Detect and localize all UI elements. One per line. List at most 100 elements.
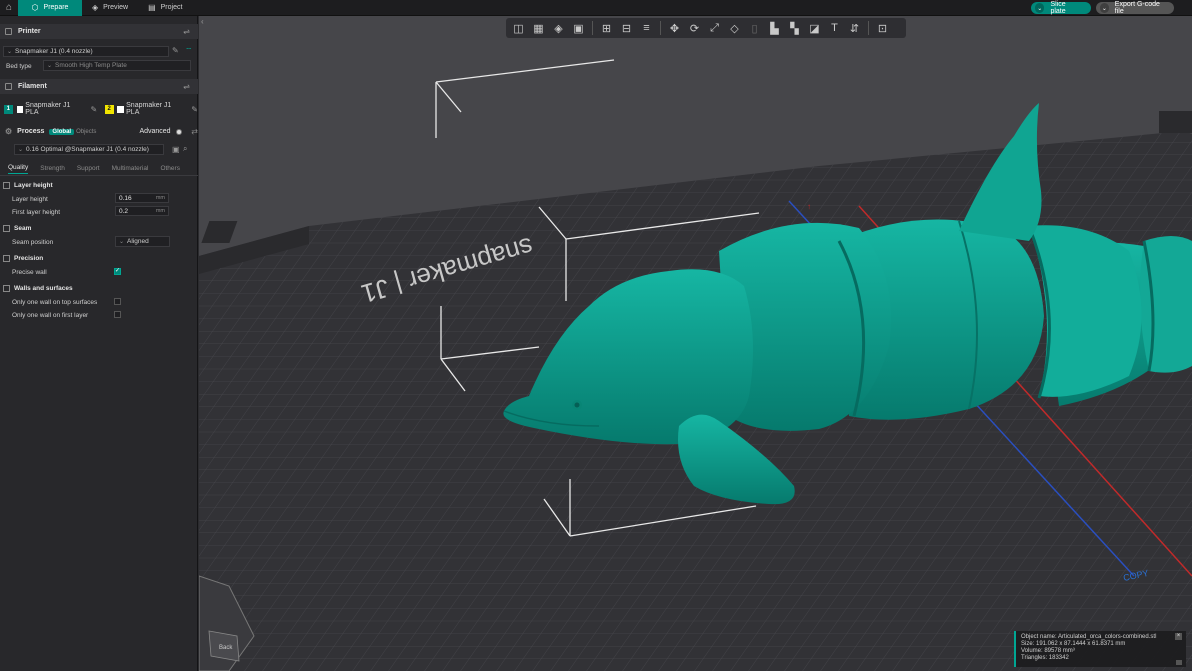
filament-color-swatch[interactable]: [117, 105, 125, 113]
tab-multimaterial[interactable]: Multimaterial: [112, 165, 149, 172]
chevron-down-icon[interactable]: ⌄: [1035, 3, 1045, 13]
seam-paint-icon[interactable]: ▚: [786, 20, 803, 37]
global-toggle[interactable]: Global: [49, 128, 75, 135]
seam-position-label: Seam position: [12, 239, 54, 246]
assembly-icon[interactable]: ⊡: [874, 20, 891, 37]
filament-slot-1-name[interactable]: Snapmaker J1 PLA: [25, 102, 83, 116]
process-preset-select[interactable]: ⌄ 0.16 Optimal @Snapmaker J1 (0.4 nozzle…: [14, 144, 164, 155]
minimize-icon[interactable]: [1176, 660, 1182, 665]
printer-select[interactable]: ⌄ Snapmaker J1 (0.4 nozzle): [3, 46, 169, 57]
gear-icon: ⚙: [5, 127, 13, 136]
one-wall-first-label: Only one wall on first layer: [12, 312, 89, 319]
layers-icon[interactable]: ≡: [638, 20, 655, 37]
object-info-panel: Object name: Articulated_orca_colors-com…: [1014, 631, 1186, 667]
collapse-sidebar-icon[interactable]: ‹: [201, 17, 204, 26]
compare-icon[interactable]: ⇄: [191, 127, 198, 136]
bed-type-select[interactable]: ⌄ Smooth High Temp Plate: [43, 60, 191, 71]
edit-icon[interactable]: ✎: [90, 105, 97, 114]
tab-prepare[interactable]: ⬡ Prepare: [18, 0, 82, 16]
unit-label: mm: [155, 208, 165, 214]
advanced-toggle[interactable]: [175, 128, 183, 135]
settings-sliders-icon[interactable]: ⇌: [183, 27, 190, 36]
support-paint-icon[interactable]: ▙: [766, 20, 783, 37]
slice-plate-label: Slice plate: [1050, 1, 1066, 15]
scale-icon[interactable]: ⤢: [706, 20, 723, 37]
rotate-icon[interactable]: ⟳: [686, 20, 703, 37]
add-cube-icon[interactable]: ◫: [510, 20, 527, 37]
bed-type-label: Bed type: [6, 63, 32, 70]
filament-slot-2-name[interactable]: Snapmaker J1 PLA: [126, 102, 184, 116]
group-precision-title: Precision: [14, 254, 44, 262]
unit-label: mm: [155, 195, 165, 201]
layer-height-input[interactable]: 0.16 mm: [115, 193, 169, 203]
orient-icon[interactable]: ◈: [550, 20, 567, 37]
search-icon[interactable]: ⌕: [183, 144, 187, 154]
group-walls-title: Walls and surfaces: [14, 284, 73, 292]
objects-toggle[interactable]: Objects: [76, 129, 96, 135]
printer-title: Printer: [18, 28, 41, 35]
document-icon: ▤: [148, 3, 156, 12]
lay-on-face-icon[interactable]: ◇: [726, 20, 743, 37]
filament-icon: [5, 83, 12, 90]
edit-icon[interactable]: ✎: [172, 46, 179, 55]
filament-section-header[interactable]: Filament ⇌: [0, 79, 198, 94]
filament-slot-2-badge[interactable]: 2: [104, 104, 114, 114]
edit-icon[interactable]: ✎: [191, 105, 198, 114]
printer-icon: [5, 28, 12, 35]
tab-preview-label: Preview: [103, 4, 129, 11]
process-tabs: Quality Strength Support Multimaterial O…: [0, 162, 198, 176]
precise-wall-checkbox[interactable]: ✓: [114, 268, 121, 275]
tab-project[interactable]: ▤ Project: [138, 0, 192, 16]
first-layer-height-value: 0.2: [119, 207, 129, 215]
mesh-boolean-icon[interactable]: ◪: [806, 20, 823, 37]
group-layer-height-title: Layer height: [14, 181, 53, 189]
axis-label: ↑: [807, 202, 811, 211]
3d-viewport[interactable]: snapmaker | J1 ↑ COPY Back ‹ ◫ ▦ ◈ ▣ ⊞ ⊟…: [199, 16, 1192, 671]
tab-support[interactable]: Support: [77, 165, 100, 172]
save-icon[interactable]: ▣: [172, 145, 180, 154]
view-cube-back-label: Back: [219, 645, 233, 651]
tab-others[interactable]: Others: [160, 165, 180, 172]
layer-height-value: 0.16: [119, 194, 132, 202]
filament-title: Filament: [18, 83, 47, 90]
arrange-all-icon[interactable]: ⊟: [618, 20, 635, 37]
move-icon[interactable]: ✥: [666, 20, 683, 37]
group-seam: Seam: [0, 222, 198, 234]
printer-name: Snapmaker J1 (0.4 nozzle): [15, 48, 93, 55]
close-icon[interactable]: ×: [1175, 633, 1182, 640]
export-gcode-button[interactable]: ⌄ Export G-code file: [1096, 1, 1174, 15]
settings-sliders-icon[interactable]: ⇌: [183, 82, 190, 91]
seam-position-select[interactable]: ⌄ Aligned: [115, 236, 170, 247]
group-walls: Walls and surfaces: [0, 282, 198, 294]
group-precision: Precision: [0, 252, 198, 264]
chevron-down-icon: ⌄: [119, 239, 125, 245]
one-wall-top-checkbox[interactable]: [114, 298, 121, 305]
toolbar-divider: [660, 21, 661, 35]
chevron-down-icon: ⌄: [47, 63, 53, 69]
tab-preview[interactable]: ◈ Preview: [82, 0, 138, 16]
bed-type-value: Smooth High Temp Plate: [55, 62, 127, 69]
toolbar-divider: [868, 21, 869, 35]
tab-strength[interactable]: Strength: [40, 165, 65, 172]
layer-height-label: Layer height: [12, 196, 48, 203]
plate-icon[interactable]: ▣: [570, 20, 587, 37]
first-layer-height-label: First layer height: [12, 209, 61, 216]
group-layer-height: Layer height: [0, 179, 198, 191]
printer-section-header[interactable]: Printer ⇌: [0, 24, 198, 39]
cut-icon[interactable]: ▯: [746, 20, 763, 37]
measure-icon[interactable]: ⇵: [846, 20, 863, 37]
first-layer-height-input[interactable]: 0.2 mm: [115, 206, 169, 216]
home-icon[interactable]: ⌂: [0, 0, 18, 16]
tab-quality[interactable]: Quality: [8, 164, 29, 174]
wifi-icon[interactable]: ⌔: [185, 46, 193, 56]
chevron-down-icon: ⌄: [7, 49, 13, 55]
slice-plate-button[interactable]: ⌄ Slice plate: [1031, 1, 1091, 15]
one-wall-first-checkbox[interactable]: [114, 311, 121, 318]
chevron-down-icon[interactable]: ⌄: [1100, 3, 1109, 13]
arrange-icon[interactable]: ⊞: [598, 20, 615, 37]
layers-icon: ◈: [92, 3, 99, 12]
text-icon[interactable]: T: [826, 20, 843, 37]
grid-icon[interactable]: ▦: [530, 20, 547, 37]
filament-slot-1-badge[interactable]: 1: [4, 104, 13, 114]
filament-color-swatch[interactable]: [16, 105, 24, 113]
